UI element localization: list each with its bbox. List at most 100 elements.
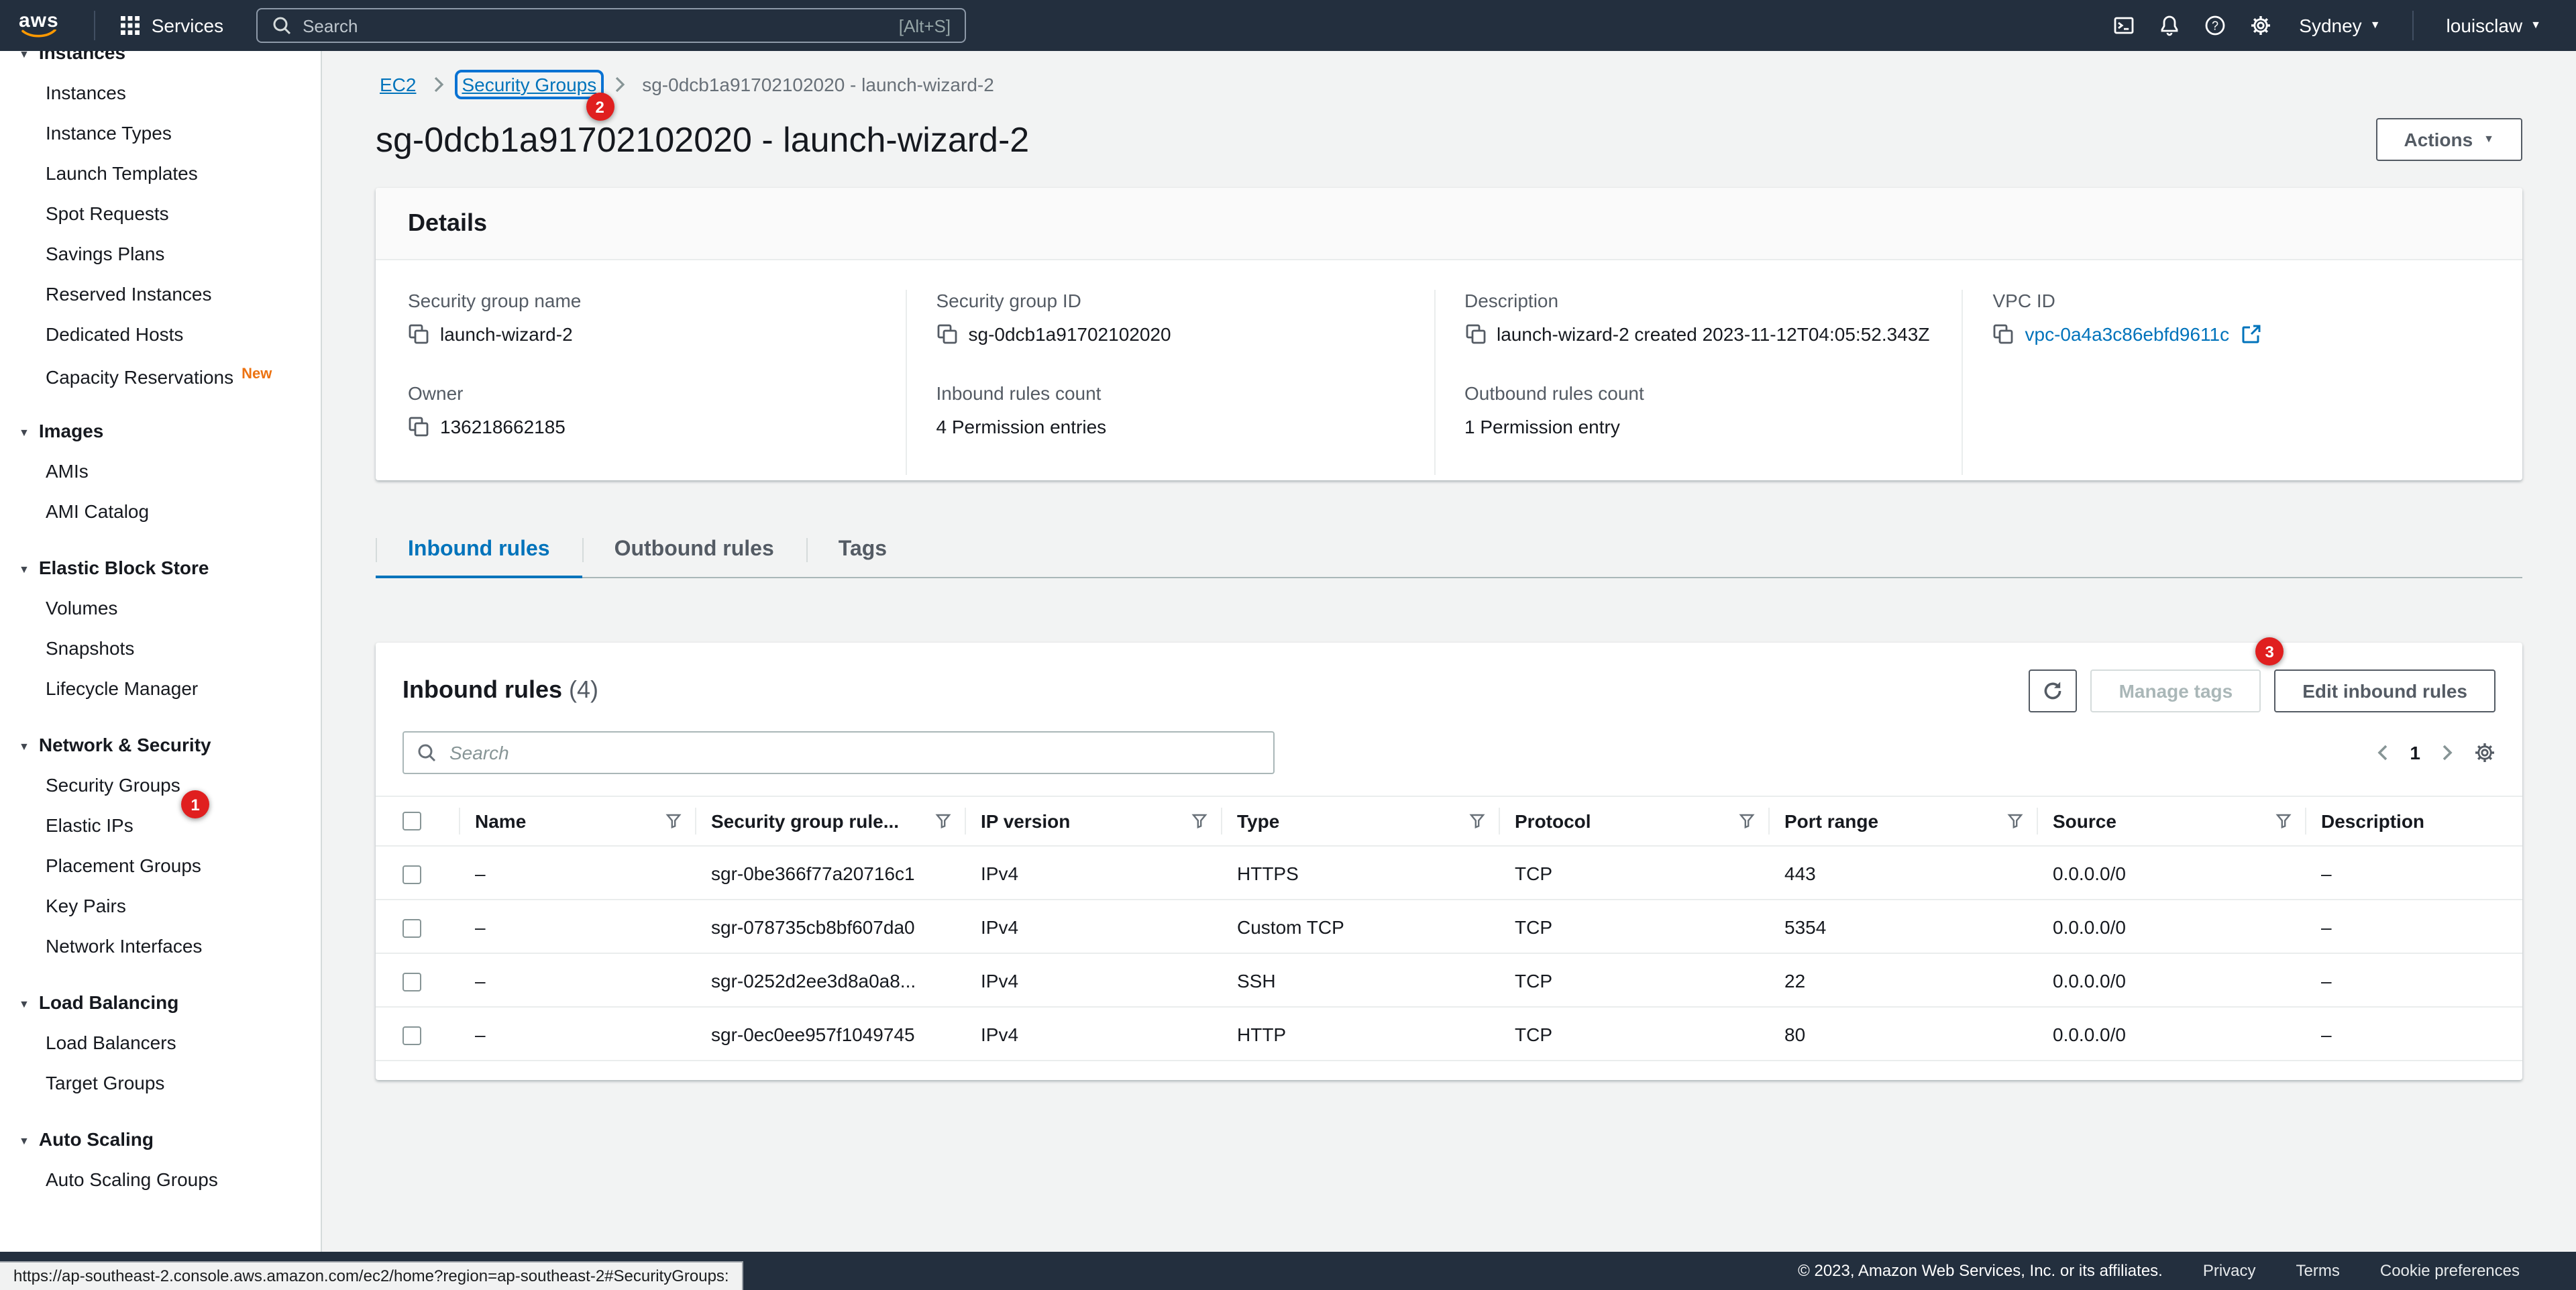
copy-icon[interactable]: [936, 323, 958, 345]
services-menu[interactable]: Services: [111, 0, 231, 51]
notifications-button[interactable]: [2146, 0, 2192, 51]
row-checkbox[interactable]: [402, 918, 421, 937]
cell-description: –: [2305, 916, 2522, 937]
sidebar-item[interactable]: Elastic IPs: [0, 805, 321, 845]
filter-icon[interactable]: [2275, 813, 2292, 829]
sidebar-item[interactable]: Network Interfaces: [0, 926, 321, 966]
column-header[interactable]: Port range: [1768, 797, 2037, 845]
sidebar-item[interactable]: Placement Groups: [0, 845, 321, 885]
sidebar-item[interactable]: ▼Network & Security: [0, 724, 321, 765]
table-title-text: Inbound rules: [402, 676, 562, 703]
cell-rule-id: sgr-078735cb8bf607da0: [695, 916, 965, 937]
table-row[interactable]: – sgr-0ec0ee957f1049745 IPv4 HTTP TCP 80…: [376, 1008, 2522, 1061]
sidebar-item[interactable]: ▼Images: [0, 411, 321, 451]
sidebar-item[interactable]: Dedicated Hosts: [0, 314, 321, 354]
sidebar-item[interactable]: ▼Elastic Block Store: [0, 547, 321, 588]
sidebar-item[interactable]: Launch Templates: [0, 153, 321, 193]
filter-icon[interactable]: [1191, 813, 1208, 829]
sidebar-item-label: Elastic Block Store: [39, 557, 209, 578]
next-page-button[interactable]: [2442, 745, 2453, 761]
breadcrumb-link[interactable]: sg-0dcb1a91702102020 - launch-wizard-2: [642, 74, 994, 95]
sidebar-item[interactable]: Load Balancers: [0, 1022, 321, 1063]
sidebar-item[interactable]: Capacity ReservationsNew: [0, 354, 321, 394]
copy-icon[interactable]: [408, 323, 429, 345]
column-header[interactable]: Security group rule...: [695, 797, 965, 845]
sidebar-item[interactable]: Instances: [0, 72, 321, 113]
footer-link[interactable]: Privacy: [2203, 1262, 2256, 1281]
vpc-link[interactable]: vpc-0a4a3c86ebfd9611c: [2025, 321, 2230, 347]
sidebar-item[interactable]: AMI Catalog: [0, 491, 321, 531]
page-number[interactable]: 1: [2410, 742, 2420, 763]
refresh-button[interactable]: [2029, 669, 2078, 712]
global-search-input[interactable]: Search [Alt+S]: [256, 8, 965, 43]
column-header[interactable]: IP version: [965, 797, 1221, 845]
sidebar-item[interactable]: Snapshots: [0, 628, 321, 668]
sidebar-item[interactable]: Target Groups: [0, 1063, 321, 1103]
filter-icon[interactable]: [1739, 813, 1755, 829]
breadcrumb-link[interactable]: EC2: [380, 74, 416, 95]
sidebar-item-label: Images: [39, 420, 104, 441]
aws-logo[interactable]: aws: [19, 12, 59, 39]
sidebar-item[interactable]: AMIs: [0, 451, 321, 491]
table-row[interactable]: – sgr-0be366f77a20716c1 IPv4 HTTPS TCP 4…: [376, 847, 2522, 900]
table-row[interactable]: – sgr-0252d2ee3d8a0a8... IPv4 SSH TCP 22…: [376, 954, 2522, 1008]
column-header-label: Name: [475, 810, 526, 832]
detail-field: Outbound rules count 1 Permission entry: [1464, 382, 1935, 440]
sidebar-item-label: Dedicated Hosts: [46, 323, 183, 345]
sidebar-item[interactable]: ▼Load Balancing: [0, 982, 321, 1022]
table-row[interactable]: – sgr-078735cb8bf607da0 IPv4 Custom TCP …: [376, 900, 2522, 954]
sidebar-item[interactable]: Auto Scaling Groups: [0, 1159, 321, 1199]
column-header[interactable]: Description: [2305, 797, 2522, 845]
filter-icon[interactable]: [665, 813, 682, 829]
copy-icon[interactable]: [1464, 323, 1486, 345]
cell-ip-version: IPv4: [965, 916, 1221, 937]
rules-search-input[interactable]: [402, 731, 1275, 774]
row-checkbox[interactable]: [402, 972, 421, 991]
external-link-icon[interactable]: [2240, 323, 2261, 345]
actions-button[interactable]: Actions ▼: [2375, 118, 2522, 161]
sidebar-item-label: Instance Types: [46, 122, 172, 144]
column-header[interactable]: Protocol: [1499, 797, 1768, 845]
tab[interactable]: Tags: [806, 523, 919, 577]
sidebar-item[interactable]: Instance Types: [0, 113, 321, 153]
settings-button[interactable]: [2237, 0, 2283, 51]
sidebar-item[interactable]: Reserved Instances: [0, 274, 321, 314]
sidebar-item[interactable]: Lifecycle Manager: [0, 668, 321, 708]
row-checkbox[interactable]: [402, 1026, 421, 1044]
sidebar-item[interactable]: Spot Requests: [0, 193, 321, 233]
table-settings-button[interactable]: [2474, 742, 2496, 763]
filter-icon[interactable]: [1469, 813, 1485, 829]
copy-icon[interactable]: [408, 416, 429, 437]
column-header[interactable]: Source: [2037, 797, 2305, 845]
row-checkbox[interactable]: [402, 865, 421, 883]
filter-icon[interactable]: [935, 813, 951, 829]
sidebar-item[interactable]: Volumes: [0, 588, 321, 628]
sidebar-item[interactable]: Security Groups 1: [0, 765, 321, 805]
footer-link[interactable]: Cookie preferences: [2380, 1262, 2520, 1281]
cloudshell-button[interactable]: [2100, 0, 2146, 51]
sidebar-item-label: Spot Requests: [46, 203, 169, 224]
edit-inbound-rules-button[interactable]: Edit inbound rules: [2274, 669, 2496, 712]
footer-link[interactable]: Terms: [2296, 1262, 2340, 1281]
sidebar-item[interactable]: ▼Auto Scaling: [0, 1119, 321, 1159]
sidebar-item[interactable]: Savings Plans: [0, 233, 321, 274]
tab[interactable]: Inbound rules: [376, 523, 582, 577]
field-label: Security group ID: [936, 290, 1407, 311]
select-all-checkbox[interactable]: [402, 812, 421, 830]
sidebar-item[interactable]: ▼Instances: [0, 51, 321, 72]
previous-page-button[interactable]: [2377, 745, 2388, 761]
column-header[interactable]: Name: [459, 797, 695, 845]
breadcrumb-link[interactable]: Security Groups: [462, 74, 596, 95]
column-header-label: Type: [1237, 810, 1279, 832]
manage-tags-button[interactable]: Manage tags: [2091, 669, 2261, 712]
region-selector[interactable]: Sydney ▼: [2283, 0, 2396, 51]
column-header[interactable]: Type: [1221, 797, 1499, 845]
sidebar-item-label: Lifecycle Manager: [46, 678, 198, 699]
sidebar-item[interactable]: Key Pairs: [0, 885, 321, 926]
tab[interactable]: Outbound rules: [582, 523, 806, 577]
copy-icon[interactable]: [1993, 323, 2015, 345]
help-button[interactable]: ?: [2192, 0, 2237, 51]
cell-name: –: [459, 1023, 695, 1044]
filter-icon[interactable]: [2007, 813, 2023, 829]
account-menu[interactable]: louisclaw ▼: [2430, 0, 2557, 51]
